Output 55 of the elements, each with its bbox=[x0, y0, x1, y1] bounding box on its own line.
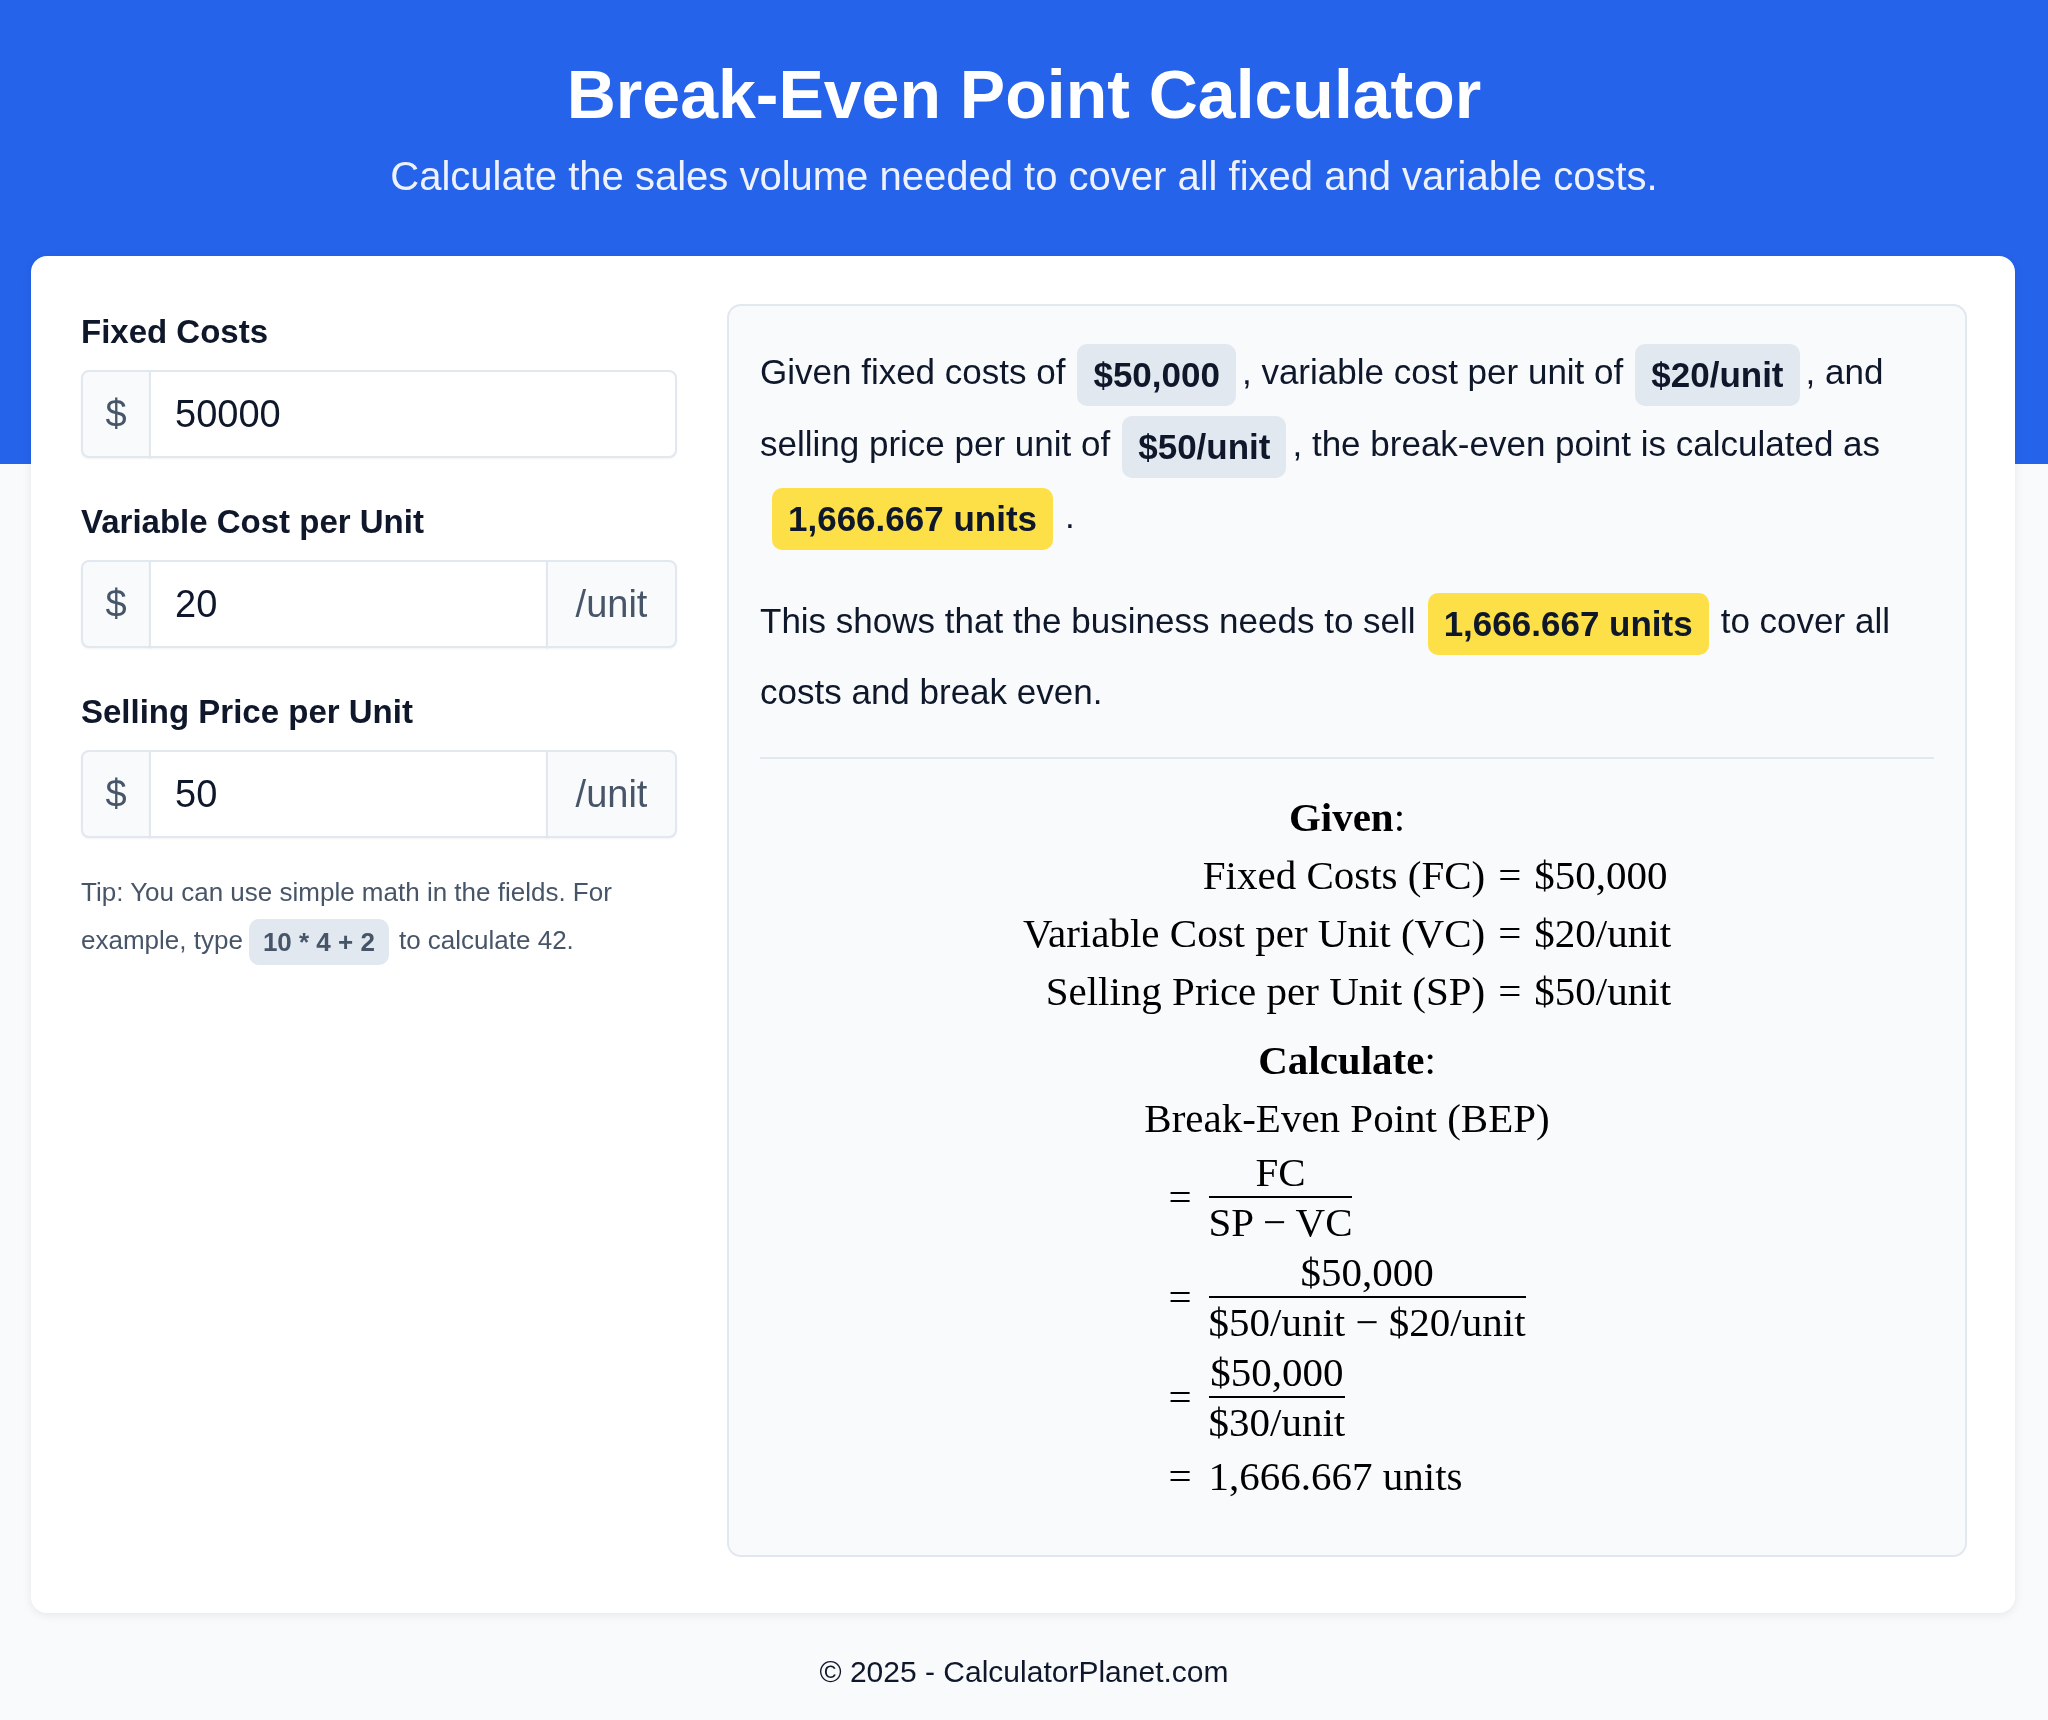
fraction-numerator: $50,000 bbox=[1210, 1348, 1344, 1396]
result-text: to cover all bbox=[1720, 601, 1890, 641]
footer-text: © 2025 - CalculatorPlanet.com bbox=[819, 1655, 1229, 1688]
result-highlight: 1,666.667 units bbox=[1427, 593, 1709, 655]
number-input[interactable]: 50 bbox=[149, 750, 548, 838]
math-term: Selling Price per Unit (SP) bbox=[1045, 967, 1486, 1016]
tip-text: example, type bbox=[81, 925, 243, 955]
result-text: Given fixed costs of bbox=[760, 352, 1066, 392]
equals-sign: = bbox=[1168, 1452, 1192, 1501]
result-text: , and bbox=[1805, 352, 1884, 392]
fraction-numerator: $50,000 bbox=[1300, 1248, 1434, 1296]
fraction-numerator: FC bbox=[1255, 1148, 1306, 1196]
result-text: , the break-even point is calculated as bbox=[1292, 424, 1881, 464]
fraction-denominator: SP − VC bbox=[1208, 1198, 1353, 1246]
result-text: , variable cost per unit of bbox=[1241, 352, 1624, 392]
currency-prefix: $ bbox=[81, 750, 151, 838]
value-chip: $50,000 bbox=[1077, 344, 1236, 406]
equals-sign: = bbox=[1497, 967, 1523, 1016]
tip-text: to calculate 42. bbox=[398, 925, 574, 955]
page-subtitle: Calculate the sales volume needed to cover all fixed and variable costs. bbox=[390, 153, 1658, 200]
math-term: Fixed Costs (FC) bbox=[1202, 851, 1486, 900]
code-snippet: 10 * 4 + 2 bbox=[248, 919, 389, 966]
math-heading: Calculate: bbox=[1258, 1036, 1436, 1085]
equals-sign: = bbox=[1497, 851, 1523, 900]
field-label: Variable Cost per Unit bbox=[81, 502, 424, 542]
math-term: Break-Even Point (BEP) bbox=[1144, 1095, 1550, 1141]
fraction-denominator: $30/unit bbox=[1208, 1398, 1346, 1446]
math-term: Variable Cost per Unit (VC) bbox=[1022, 909, 1486, 958]
tip-text: Tip: You can use simple math in the fields. For bbox=[81, 877, 612, 907]
result-highlight: 1,666.667 units bbox=[772, 488, 1054, 550]
unit-suffix: /unit bbox=[546, 560, 677, 648]
value-chip: $20/unit bbox=[1635, 344, 1800, 406]
unit-suffix: /unit bbox=[546, 750, 677, 838]
fraction-denominator: $50/unit − $20/unit bbox=[1208, 1298, 1526, 1346]
math-value: $50/unit bbox=[1534, 967, 1672, 1016]
math-value: $50,000 bbox=[1534, 851, 1668, 900]
currency-prefix: $ bbox=[81, 560, 151, 648]
math-value: 1,666.667 units bbox=[1208, 1452, 1463, 1501]
math-heading: Given: bbox=[1288, 793, 1406, 842]
currency-prefix: $ bbox=[81, 370, 151, 458]
field-label: Fixed Costs bbox=[81, 312, 269, 352]
result-text: selling price per unit of bbox=[760, 424, 1111, 464]
page-title: Break-Even Point Calculator bbox=[566, 55, 1482, 134]
equals-sign: = bbox=[1497, 909, 1523, 958]
number-input[interactable]: 20 bbox=[149, 560, 548, 648]
equals-sign: = bbox=[1168, 1373, 1192, 1421]
result-text: costs and break even. bbox=[760, 672, 1103, 711]
field-label: Selling Price per Unit bbox=[81, 692, 413, 732]
result-text: This shows that the business needs to sell bbox=[760, 601, 1416, 641]
result-text: . bbox=[1065, 496, 1075, 536]
equals-sign: = bbox=[1168, 1273, 1192, 1321]
value-chip: $50/unit bbox=[1122, 416, 1287, 478]
number-input[interactable]: 50000 bbox=[149, 370, 677, 458]
equals-sign: = bbox=[1168, 1173, 1192, 1221]
math-value: $20/unit bbox=[1534, 909, 1672, 958]
